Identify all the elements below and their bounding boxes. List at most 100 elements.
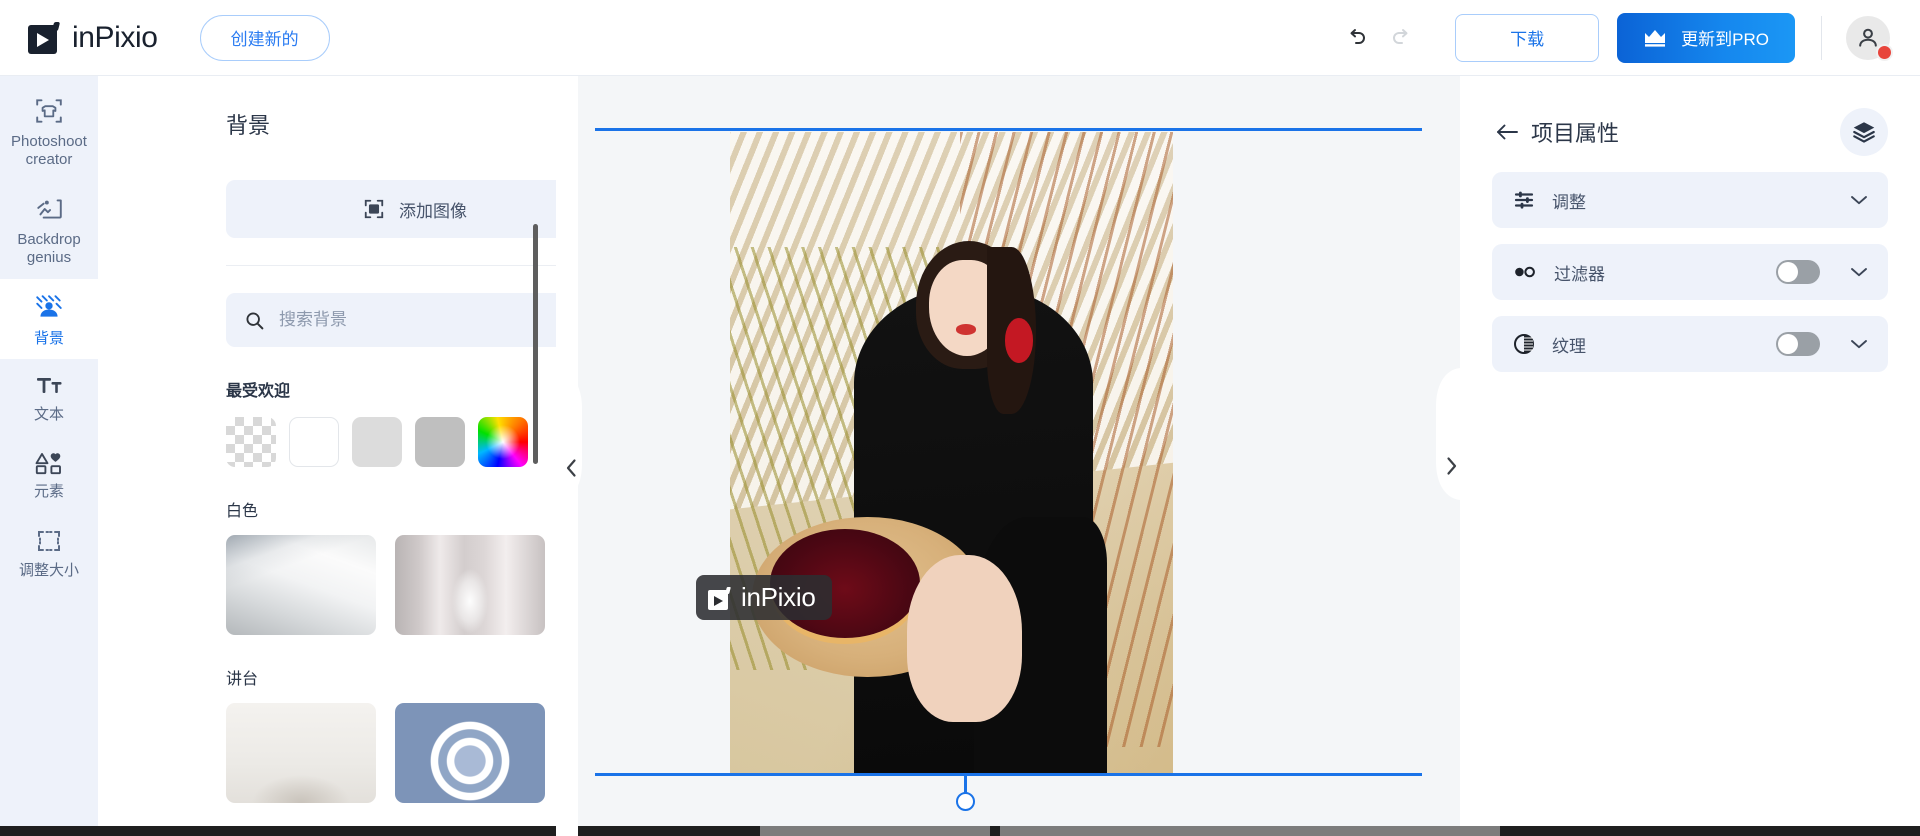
search-background-box[interactable] [226, 293, 560, 347]
app-header: inPixio 创建新的 下载 更新到PRO [0, 0, 1920, 76]
image-placeholder-icon [364, 199, 384, 219]
texture-contrast-icon [1514, 334, 1534, 354]
project-properties-panel: 项目属性 调整 过滤器 纹理 [1460, 76, 1920, 836]
page-title: 项目属性 [1531, 121, 1620, 146]
bottom-strip-segment [760, 826, 990, 836]
background-person-icon [36, 295, 62, 317]
add-image-button[interactable]: 添加图像 [226, 180, 560, 238]
property-row-adjust[interactable]: 调整 [1492, 172, 1888, 228]
brand-name: inPixio [72, 20, 158, 54]
layers-button[interactable] [1840, 108, 1888, 156]
sidebar-item-text[interactable]: 文本 [0, 359, 98, 436]
sidebar-item-resize[interactable]: 调整大小 [0, 513, 98, 592]
section-heading-podium: 讲台 [226, 671, 259, 688]
panel-scrollbar[interactable] [533, 224, 538, 464]
add-image-label: 添加图像 [399, 201, 467, 221]
property-row-label: 过滤器 [1554, 264, 1605, 284]
thumb-grid-podium [226, 703, 560, 803]
tshirt-frame-icon [36, 99, 62, 123]
background-thumb[interactable] [226, 535, 376, 635]
text-tt-icon [37, 378, 62, 394]
filters-circles-icon [1515, 266, 1535, 278]
search-input[interactable] [279, 310, 551, 330]
swatch-transparent[interactable] [226, 417, 276, 467]
photo-subject-hands [907, 555, 1023, 722]
canvas-resize-handle[interactable] [956, 792, 975, 811]
guide-line-top [595, 128, 1422, 131]
backdrop-person-icon [37, 199, 62, 219]
expand-right-panel-button[interactable] [1440, 453, 1462, 479]
header-actions: 下载 更新到PRO [1333, 12, 1920, 63]
watermark-label: inPixio [741, 582, 816, 612]
watermark: inPixio [696, 575, 832, 620]
background-thumb[interactable] [395, 703, 545, 803]
bottom-strip-segment [1000, 826, 1500, 836]
redo-button[interactable] [1379, 15, 1425, 61]
sidebar-item-background[interactable]: 背景 [0, 278, 98, 360]
swatch-color-picker[interactable] [478, 417, 528, 467]
window-bottom-strip [0, 826, 1920, 836]
sidebar-item-photoshoot-creator[interactable]: Photoshoot creator [0, 82, 98, 180]
swatch-gray[interactable] [415, 417, 465, 467]
chevron-down-icon[interactable] [1850, 338, 1868, 350]
left-rail: Photoshoot creator Backdrop genius 背景 文本 [0, 76, 98, 836]
header-divider [1821, 15, 1822, 60]
chevron-left-icon [566, 459, 576, 477]
create-new-button[interactable]: 创建新的 [199, 14, 330, 61]
popular-heading: 最受欢迎 [226, 383, 291, 400]
filters-toggle[interactable] [1776, 260, 1820, 284]
sidebar-item-backdrop-genius[interactable]: Backdrop genius [0, 180, 98, 278]
right-panel-header: 项目属性 [1492, 108, 1888, 156]
photo-subject-lips [955, 324, 976, 335]
thumb-grid-white [226, 535, 560, 635]
property-row-filters[interactable]: 过滤器 [1492, 244, 1888, 300]
search-icon [246, 311, 264, 329]
chevron-right-icon [1446, 457, 1456, 475]
sidebar-item-elements[interactable]: 元素 [0, 436, 98, 513]
background-panel: 背景 添加图像 最受欢迎 + [98, 76, 560, 836]
canvas-photo[interactable] [730, 132, 1173, 773]
collapse-left-panel-button[interactable] [560, 455, 582, 481]
swatch-white[interactable] [289, 417, 339, 467]
back-button[interactable] [1492, 117, 1522, 147]
right-panel-notch [1436, 368, 1462, 500]
sidebar-item-label: Backdrop genius [17, 231, 81, 267]
resize-crop-icon [38, 530, 60, 551]
notch-shape-icon [1436, 368, 1462, 500]
sidebar-item-label: 文本 [33, 406, 64, 424]
swatch-light-gray[interactable] [352, 417, 402, 467]
inpixio-logo-icon [28, 21, 62, 55]
chevron-down-icon[interactable] [1850, 194, 1868, 206]
swatch-row: + [226, 417, 560, 467]
shapes-elements-icon [35, 453, 61, 475]
sidebar-item-label: 元素 [33, 483, 64, 501]
editor-canvas[interactable]: inPixio [560, 76, 1460, 836]
property-row-label: 调整 [1552, 192, 1586, 212]
sidebar-item-label: Photoshoot creator [11, 133, 87, 168]
inpixio-watermark-logo-icon [708, 586, 732, 610]
download-button[interactable]: 下载 [1455, 13, 1600, 62]
status-badge [1876, 43, 1893, 61]
section-heading-white: 白色 [226, 503, 259, 520]
photo-hair-flower [1004, 317, 1034, 363]
chevron-down-icon[interactable] [1850, 266, 1868, 278]
sliders-icon [1514, 191, 1534, 209]
background-panel-content: 添加图像 最受欢迎 + 白色 讲台 [226, 76, 560, 803]
undo-icon [1350, 28, 1366, 44]
arrow-left-icon [1497, 124, 1518, 140]
property-row-label: 纹理 [1552, 336, 1586, 356]
panel-divider [226, 265, 560, 266]
sidebar-item-label: 背景 [33, 329, 64, 347]
property-row-texture[interactable]: 纹理 [1492, 316, 1888, 372]
left-panel-notch [556, 370, 582, 502]
background-thumb[interactable] [395, 535, 545, 635]
avatar[interactable] [1846, 15, 1893, 61]
background-thumb[interactable] [226, 703, 376, 803]
texture-toggle[interactable] [1776, 332, 1820, 356]
layers-icon [1853, 122, 1875, 143]
upgrade-pro-button[interactable]: 更新到PRO [1617, 12, 1795, 63]
sidebar-item-label: 调整大小 [18, 561, 79, 579]
upgrade-pro-label: 更新到PRO [1681, 30, 1769, 49]
undo-button[interactable] [1333, 15, 1379, 61]
guide-line-bottom [595, 773, 1422, 776]
